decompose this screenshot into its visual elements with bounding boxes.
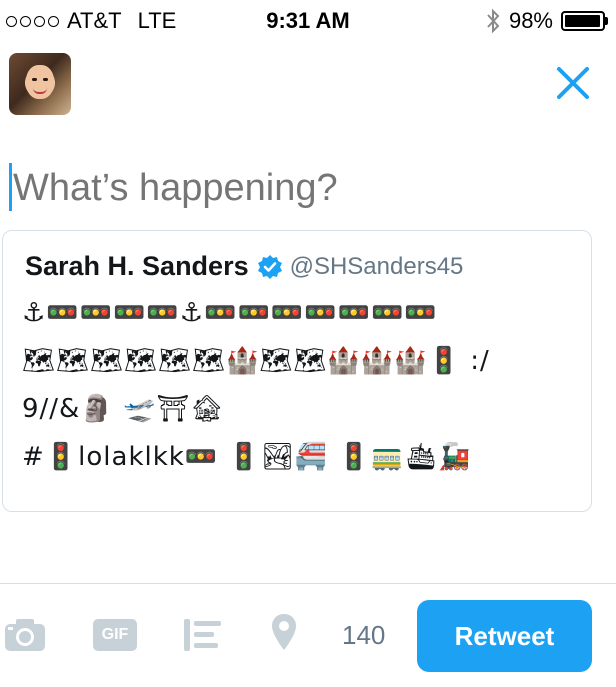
- avatar[interactable]: [9, 53, 71, 115]
- quoted-tweet-text-line: 🗺🗺🗺🗺🗺🗺🏰🗺🗺🏰🏰🏰🚦 :/: [22, 346, 490, 376]
- text-caret: [9, 163, 12, 211]
- quoted-tweet-text-line: 9//&🗿 🛫⛩🏚: [22, 394, 225, 424]
- verified-badge-icon: [257, 254, 282, 279]
- status-right: 98%: [485, 8, 608, 34]
- character-count: 140: [342, 620, 386, 650]
- quoted-tweet-text-line: ⚓🚥🚥🚥🚥⚓🚥🚥🚥🚥🚥🚥🚥: [22, 298, 438, 328]
- gif-button[interactable]: GIF: [93, 619, 137, 651]
- quoted-tweet-handle: @SHSanders45: [289, 252, 464, 280]
- status-bar: AT&T LTE 9:31 AM 98%: [0, 0, 616, 42]
- bluetooth-icon: [487, 8, 500, 34]
- battery-icon: [561, 11, 608, 31]
- quoted-tweet-name: Sarah H. Sanders: [25, 251, 249, 281]
- close-icon[interactable]: [556, 66, 590, 100]
- compose-input[interactable]: [13, 163, 593, 213]
- camera-icon[interactable]: [3, 617, 47, 653]
- location-pin-icon[interactable]: [270, 612, 298, 652]
- poll-icon[interactable]: [183, 617, 223, 653]
- retweet-button[interactable]: Retweet: [417, 600, 592, 672]
- battery-percent: 98%: [508, 8, 553, 33]
- quoted-tweet-text-line: #🚦lolaklkk🚥 🚦🏞🚝 🚦🚃🛳🚂: [22, 442, 472, 472]
- quoted-tweet-header: Sarah H. Sanders @SHSanders45: [25, 251, 463, 282]
- toolbar-divider: [0, 583, 616, 584]
